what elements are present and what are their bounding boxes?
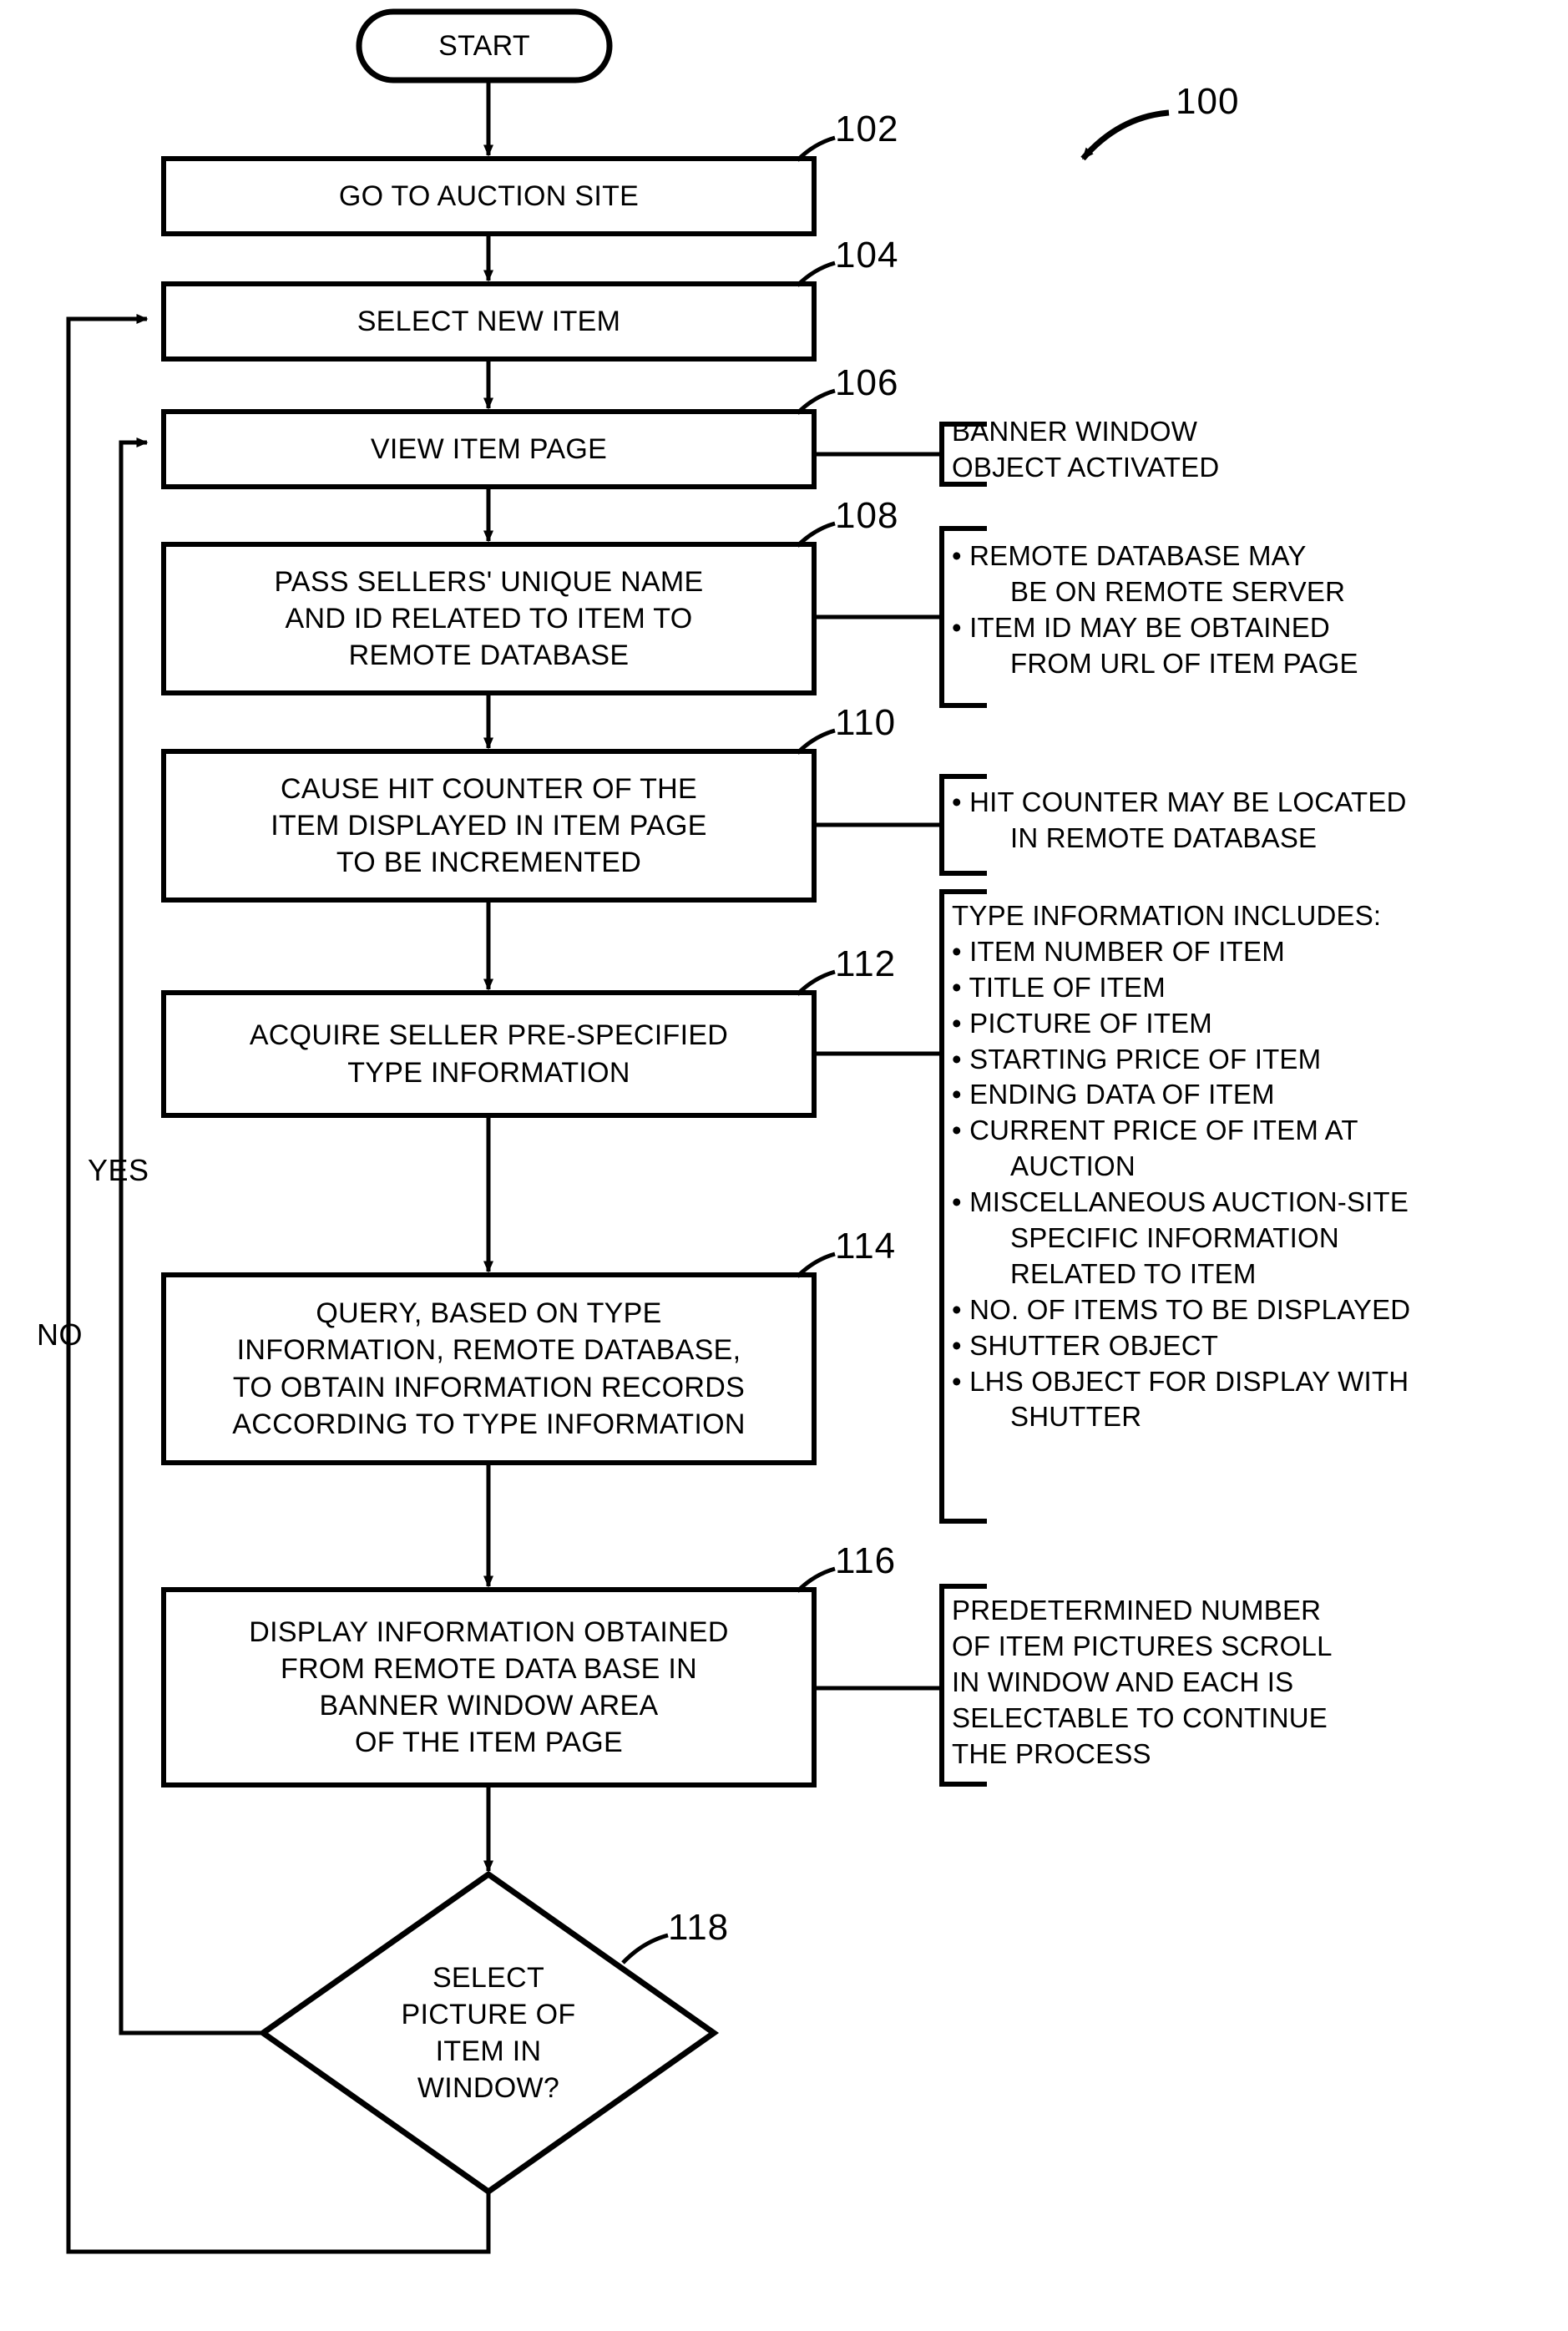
annotation-112-line-10: SPECIFIC INFORMATION: [1010, 1222, 1339, 1254]
annotation-112-line-1: TYPE INFORMATION INCLUDES:: [952, 900, 1382, 931]
patent-flowchart-figure: START GO TO AUCTION SITE SELECT NEW ITEM…: [0, 0, 1568, 2331]
ref-numeral-112: 112: [835, 943, 897, 984]
annotation-112-line-6: • ENDING DATA OF ITEM: [952, 1079, 1275, 1110]
node-112-shape: [161, 990, 817, 1118]
annotation-108-line-3: • ITEM ID MAY BE OBTAINED: [952, 611, 1330, 643]
node-102-shape: [161, 156, 817, 236]
annotation-116-line-2: OF ITEM PICTURES SCROLL: [952, 1630, 1333, 1661]
annotation-116-line-5: THE PROCESS: [952, 1737, 1151, 1769]
annotation-106: BANNER WINDOW OBJECT ACTIVATED: [952, 414, 1536, 486]
annotation-112-line-3: • TITLE OF ITEM: [952, 971, 1166, 1003]
annotation-106-line-1: BANNER WINDOW: [952, 416, 1198, 447]
node-114-shape: [161, 1272, 817, 1465]
annotation-108-line-1: • REMOTE DATABASE MAY: [952, 540, 1307, 571]
edge-label-yes: YES: [88, 1153, 149, 1187]
annotation-116-line-4: SELECTABLE TO CONTINUE: [952, 1701, 1328, 1733]
annotation-112-line-15: SHUTTER: [1010, 1401, 1142, 1433]
ref-numeral-108: 108: [835, 495, 899, 536]
annotation-116-line-3: IN WINDOW AND EACH IS: [952, 1666, 1294, 1697]
node-110-shape: [161, 749, 817, 903]
node-118-shape: [257, 1870, 720, 2196]
annotation-108-line-4: FROM URL OF ITEM PAGE: [1010, 647, 1358, 679]
ref-numeral-102: 102: [835, 109, 899, 149]
ref-numeral-104: 104: [835, 235, 899, 276]
edge-label-no: NO: [37, 1317, 83, 1352]
annotation-112-line-12: • NO. OF ITEMS TO BE DISPLAYED: [952, 1293, 1411, 1325]
ref-numeral-118: 118: [668, 1907, 730, 1948]
annotation-112-line-9: • MISCELLANEOUS AUCTION-SITE: [952, 1186, 1409, 1218]
node-104-shape: [161, 281, 817, 362]
ref-numeral-106: 106: [835, 362, 899, 403]
node-106-shape: [161, 409, 817, 489]
annotation-112-line-4: • PICTURE OF ITEM: [952, 1007, 1212, 1039]
annotation-116-line-1: PREDETERMINED NUMBER: [952, 1595, 1322, 1626]
leader-118: [621, 1933, 669, 1964]
annotation-112: TYPE INFORMATION INCLUDES: • ITEM NUMBER…: [952, 898, 1553, 1435]
ref-numeral-110: 110: [835, 702, 897, 743]
annotation-106-line-2: OBJECT ACTIVATED: [952, 451, 1220, 483]
annotation-110: • HIT COUNTER MAY BE LOCATED IN REMOTE D…: [952, 785, 1536, 857]
ref-numeral-114: 114: [835, 1226, 897, 1267]
figure-reference-numeral-100: 100: [1176, 81, 1240, 122]
annotation-112-line-5: • STARTING PRICE OF ITEM: [952, 1043, 1322, 1074]
node-116-shape: [161, 1587, 817, 1787]
annotation-112-line-11: RELATED TO ITEM: [1010, 1257, 1257, 1289]
annotation-108-line-2: BE ON REMOTE SERVER: [1010, 575, 1346, 607]
annotation-116: PREDETERMINED NUMBER OF ITEM PICTURES SC…: [952, 1593, 1536, 1772]
annotation-112-line-2: • ITEM NUMBER OF ITEM: [952, 935, 1285, 967]
ref-numeral-116: 116: [835, 1540, 897, 1581]
annotation-112-line-13: • SHUTTER OBJECT: [952, 1329, 1219, 1361]
figure-100-pointer-arrow: [1080, 109, 1170, 161]
annotation-112-line-14: • LHS OBJECT FOR DISPLAY WITH: [952, 1365, 1409, 1397]
annotation-112-line-8: AUCTION: [1010, 1150, 1136, 1182]
annotation-108: • REMOTE DATABASE MAY BE ON REMOTE SERVE…: [952, 539, 1536, 682]
annotation-110-line-1: • HIT COUNTER MAY BE LOCATED: [952, 786, 1407, 817]
annotation-110-line-2: IN REMOTE DATABASE: [1010, 822, 1318, 853]
annotation-112-line-7: • CURRENT PRICE OF ITEM AT: [952, 1115, 1358, 1146]
start-terminator-shape: [356, 8, 613, 83]
node-108-shape: [161, 542, 817, 695]
